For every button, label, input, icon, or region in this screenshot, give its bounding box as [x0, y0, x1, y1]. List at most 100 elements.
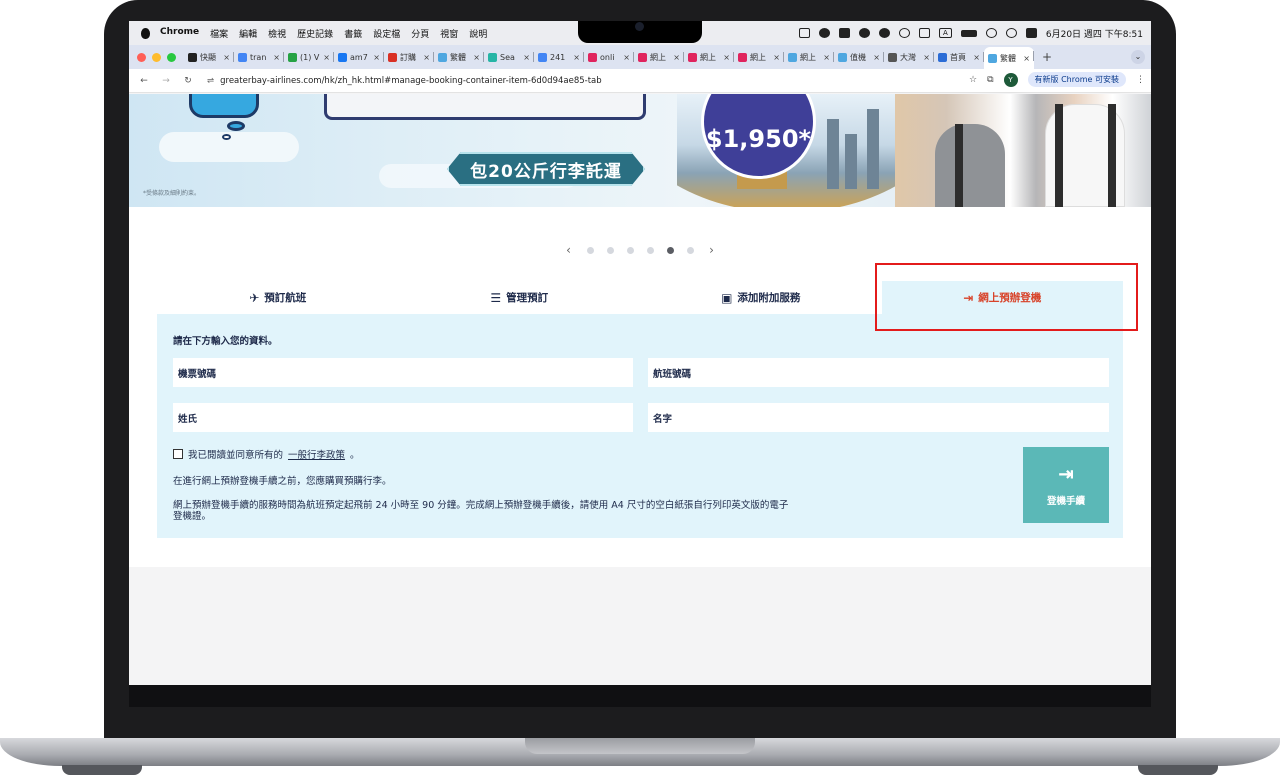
booking-tab[interactable]: ✈ 預訂航班 [157, 281, 399, 314]
tab-close-icon[interactable]: × [373, 53, 380, 62]
browser-tab[interactable]: 241 × [534, 48, 584, 66]
carousel-dot[interactable] [646, 246, 654, 254]
tab-close-icon[interactable]: × [1023, 54, 1030, 63]
address-bar[interactable]: ⇌ greaterbay-airlines.com/hk/zh_hk.html#… [201, 72, 1031, 90]
battery-icon[interactable] [960, 29, 977, 37]
close-window-icon[interactable] [137, 52, 146, 62]
ticket-number-field[interactable]: 機票號碼 [173, 358, 633, 387]
carousel-next-icon[interactable]: › [707, 243, 717, 257]
given-name-field[interactable]: 名字 [648, 403, 1109, 432]
carousel-dot[interactable] [686, 246, 694, 254]
carousel-dot[interactable] [626, 246, 634, 254]
menu-item[interactable]: 書籤 [344, 27, 362, 40]
bluetooth-icon[interactable] [918, 28, 930, 38]
laptop-foot [1138, 765, 1218, 775]
browser-tab[interactable]: 網上 × [634, 48, 684, 66]
menu-item[interactable]: 檢視 [268, 27, 286, 40]
play-icon[interactable] [898, 28, 910, 38]
wifi-icon[interactable] [985, 28, 997, 38]
reload-icon[interactable]: ↻ [181, 76, 195, 86]
clock[interactable]: 6月20日 週四 下午8:51 [1046, 27, 1143, 40]
booking-tab-label: 網上預辦登機 [978, 292, 1042, 304]
surname-field[interactable]: 姓氏 [173, 403, 633, 432]
browser-tab[interactable]: (1) V × [284, 48, 334, 66]
chat-icon[interactable] [818, 28, 830, 38]
input-source-icon[interactable]: A [938, 28, 952, 38]
carousel-prev-icon[interactable]: ‹ [564, 243, 574, 257]
apple-icon[interactable] [141, 27, 150, 39]
booking-tab[interactable]: ▣ 添加附加服務 [640, 281, 882, 314]
tab-close-icon[interactable]: × [523, 53, 530, 62]
checkin-button[interactable]: ⇥ 登機手續 [1023, 447, 1109, 523]
tab-close-icon[interactable]: × [873, 53, 880, 62]
menu-item[interactable]: 視窗 [440, 27, 458, 40]
booking-tab-label: 預訂航班 [264, 292, 307, 304]
browser-tab[interactable]: am7 × [334, 48, 384, 66]
browser-tab[interactable]: 首頁 × [934, 48, 984, 66]
cloud-icon[interactable] [858, 28, 870, 38]
flight-number-field[interactable]: 航班號碼 [648, 358, 1109, 387]
tab-close-icon[interactable]: × [323, 53, 330, 62]
browser-tab[interactable]: 網上 × [784, 48, 834, 66]
tab-close-icon[interactable]: × [973, 53, 980, 62]
browser-tab[interactable]: 訂購 × [384, 48, 434, 66]
browser-tab[interactable]: 快顯 × [184, 48, 234, 66]
tab-close-icon[interactable]: × [473, 53, 480, 62]
clipboard-icon[interactable] [798, 28, 810, 38]
browser-tab[interactable]: 大灣 × [884, 48, 934, 66]
tab-close-icon[interactable]: × [773, 53, 780, 62]
tab-close-icon[interactable]: × [623, 53, 630, 62]
browser-tab[interactable]: Sea × [484, 48, 534, 66]
extensions-icon[interactable]: ⧉ [987, 75, 993, 85]
bookmark-star-icon[interactable]: ☆ [969, 75, 977, 85]
carousel-dot[interactable] [586, 246, 594, 254]
window-icon[interactable] [838, 28, 850, 38]
hero-banner[interactable]: 包20公斤行李託運 *受條款及細則約束。 $1,950* [129, 94, 1151, 207]
browser-tab[interactable]: 值機 × [834, 48, 884, 66]
booking-tab[interactable]: ⇥ 網上預辦登機 [881, 281, 1123, 314]
baggage-policy-link[interactable]: 一般行李政策 [288, 447, 345, 461]
tab-close-icon[interactable]: × [723, 53, 730, 62]
control-center-icon[interactable] [1025, 28, 1037, 38]
tab-close-icon[interactable]: × [423, 53, 430, 62]
tab-close-icon[interactable]: × [923, 53, 930, 62]
chrome-update-button[interactable]: 有新版 Chrome 可安裝 [1027, 72, 1126, 87]
tab-close-icon[interactable]: × [573, 53, 580, 62]
back-icon[interactable]: ← [137, 76, 151, 86]
site-info-icon[interactable]: ⇌ [207, 76, 214, 86]
agree-checkbox[interactable] [173, 449, 183, 459]
tab-search-icon[interactable]: ⌄ [1131, 50, 1145, 64]
forward-icon[interactable]: → [159, 76, 173, 86]
tab-close-icon[interactable]: × [223, 53, 230, 62]
menu-item[interactable]: 歷史記錄 [297, 27, 333, 40]
new-tab-button[interactable]: + [1042, 50, 1052, 64]
menu-item[interactable]: 設定檔 [373, 27, 400, 40]
zoom-window-icon[interactable] [167, 52, 176, 62]
profile-avatar[interactable]: Y [1003, 72, 1018, 87]
moon-icon[interactable] [878, 28, 890, 38]
menu-item[interactable]: 檔案 [210, 27, 228, 40]
more-menu-icon[interactable]: ⋮ [1136, 75, 1145, 85]
tab-close-icon[interactable]: × [823, 53, 830, 62]
booking-tab[interactable]: ☰ 管理預訂 [399, 281, 641, 314]
url-text: greaterbay-airlines.com/hk/zh_hk.html#ma… [220, 75, 602, 86]
search-icon[interactable] [1005, 28, 1017, 38]
menu-item[interactable]: 編輯 [239, 27, 257, 40]
browser-tab[interactable]: 網上 × [684, 48, 734, 66]
tab-close-icon[interactable]: × [273, 53, 280, 62]
menu-app-name[interactable]: Chrome [160, 27, 199, 40]
browser-tab[interactable]: 網上 × [734, 48, 784, 66]
carousel-dot[interactable] [606, 246, 614, 254]
fare-price: $1,950* [705, 125, 812, 153]
tab-close-icon[interactable]: × [673, 53, 680, 62]
menu-item[interactable]: 分頁 [411, 27, 429, 40]
browser-tab[interactable]: 繁體 × [984, 47, 1034, 69]
minimize-window-icon[interactable] [152, 52, 161, 62]
menu-item[interactable]: 說明 [469, 27, 487, 40]
tab-favicon-icon [188, 52, 197, 62]
browser-tab[interactable]: onli × [584, 48, 634, 66]
browser-tab[interactable]: tran × [234, 48, 284, 66]
browser-tab[interactable]: 繁體 × [434, 48, 484, 66]
laptop-chin [129, 685, 1151, 707]
carousel-dot[interactable] [666, 246, 674, 254]
